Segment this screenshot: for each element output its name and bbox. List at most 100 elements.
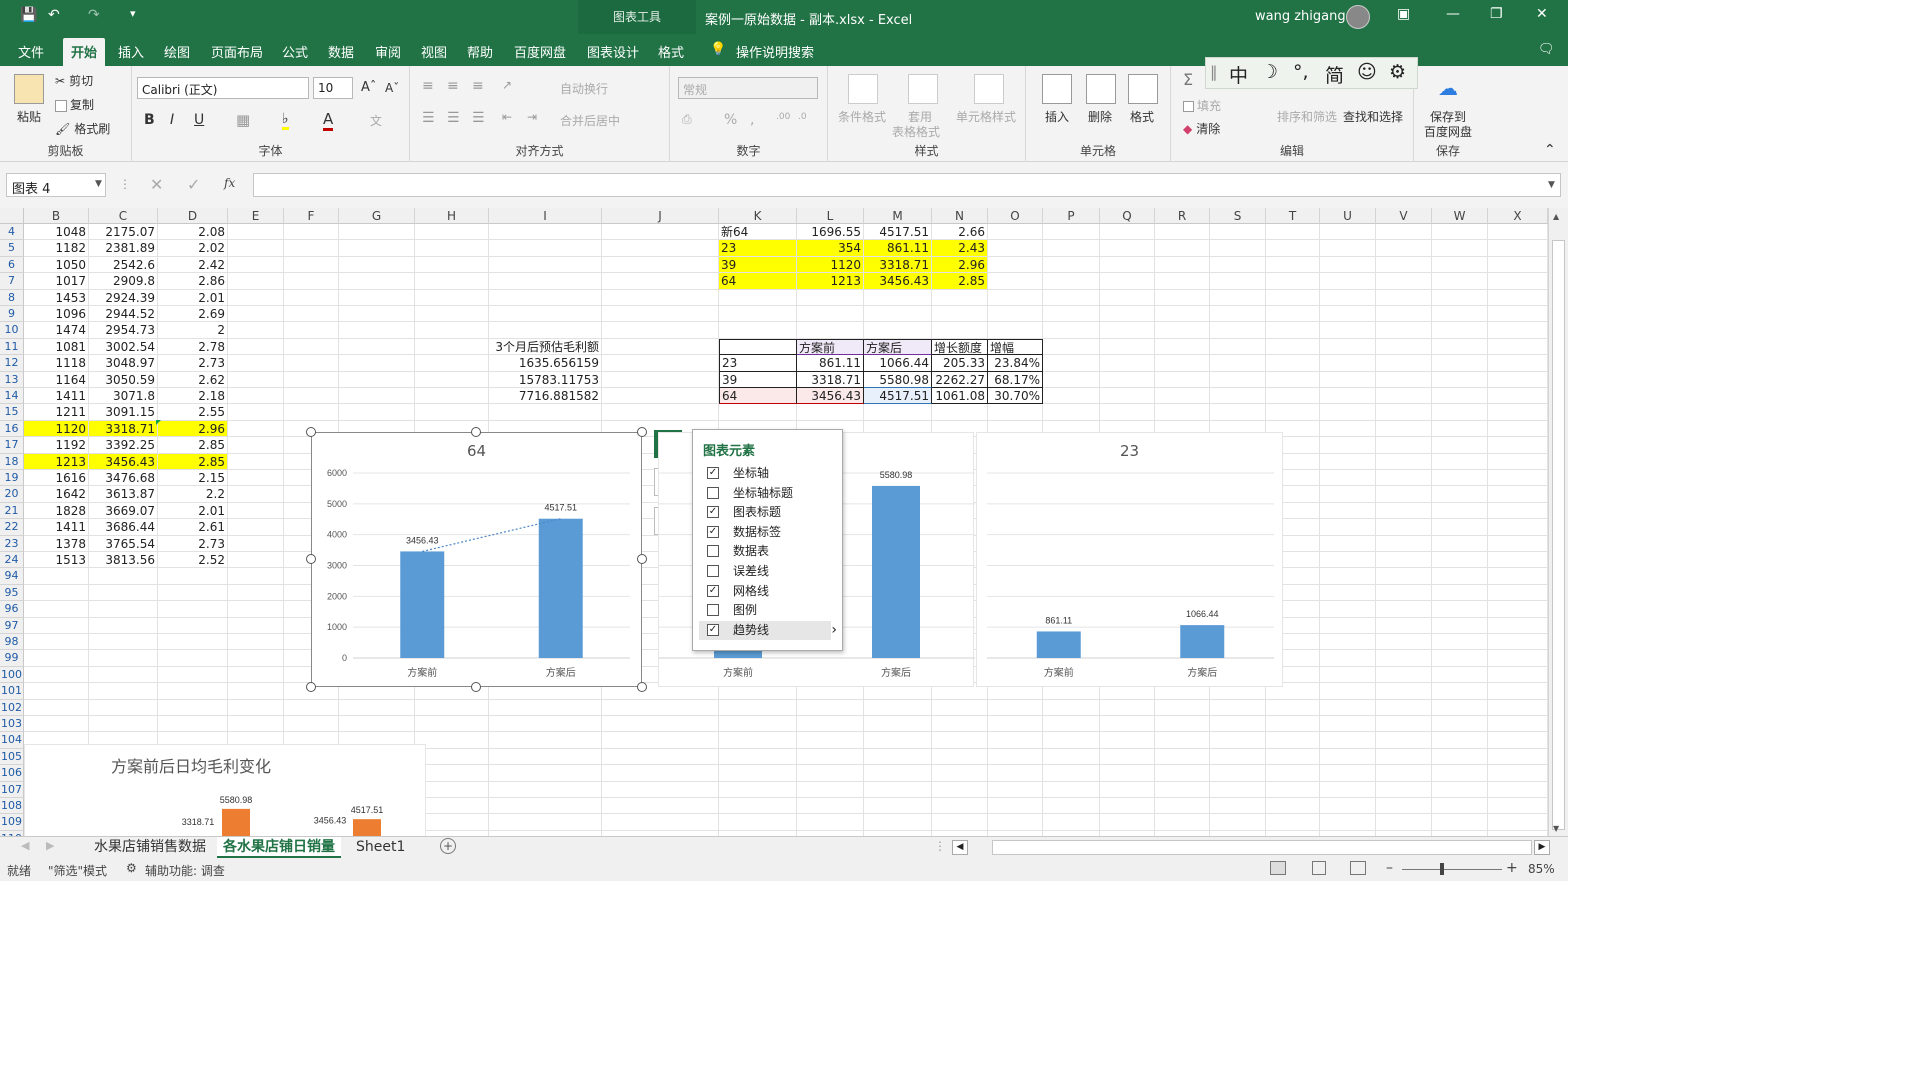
sheet-splitter-icon[interactable]: ⋮ — [934, 839, 946, 853]
checkbox-icon[interactable]: ✓ — [707, 525, 719, 538]
autosum-icon[interactable]: Σ — [1183, 70, 1193, 89]
namebox-dropdown-icon[interactable]: ▼ — [95, 179, 102, 189]
cell-B16[interactable]: 1120 — [24, 420, 89, 438]
cell-C22[interactable]: 3686.44 — [89, 519, 158, 536]
cell-M11[interactable]: 方案后 — [864, 338, 932, 356]
cell-B19[interactable]: 1616 — [24, 470, 89, 487]
font-name-select[interactable]: Calibri (正文) — [137, 77, 309, 99]
currency-icon[interactable]: ⎙ — [682, 112, 692, 127]
cut-button[interactable]: ✂ 剪切 — [55, 72, 93, 89]
bold-button[interactable]: B — [144, 112, 155, 128]
cell-K11[interactable] — [719, 338, 797, 356]
zoom-in-icon[interactable]: + — [1506, 860, 1518, 876]
chart-element-option[interactable]: 误差线 — [699, 562, 831, 581]
close-icon[interactable]: ✕ — [1536, 6, 1548, 22]
align-bottom-icon[interactable]: ≡ — [472, 78, 484, 94]
row-header[interactable]: 24 — [0, 552, 24, 569]
align-middle-icon[interactable]: ≡ — [447, 78, 459, 94]
cell-C21[interactable]: 3669.07 — [89, 502, 158, 520]
col-header-R[interactable]: R — [1155, 208, 1210, 224]
row-header[interactable]: 95 — [0, 584, 24, 602]
clear-button[interactable]: ◆ 清除 — [1183, 120, 1220, 137]
row-header[interactable]: 9 — [0, 306, 24, 323]
enter-icon[interactable]: ✓ — [187, 175, 200, 194]
merge-center-button[interactable]: 合并后居中 — [560, 112, 620, 129]
align-center-icon[interactable]: ☰ — [447, 110, 460, 126]
row-header[interactable]: 94 — [0, 568, 24, 585]
chart-daily-margin[interactable]: 方案前后日均毛利变化 3318.71 5580.98 3456.43 4517.51 — [24, 744, 426, 836]
tab-view[interactable]: 视图 — [421, 42, 447, 61]
sheet-prev-icon[interactable]: ◀ — [21, 839, 29, 852]
row-header[interactable]: 104 — [0, 732, 24, 749]
cell-C5[interactable]: 2381.89 — [89, 240, 158, 257]
decrease-indent-icon[interactable]: ⇤ — [502, 110, 512, 124]
cell-O11[interactable]: 增幅 — [988, 338, 1043, 356]
delete-cells-button[interactable]: 删除 — [1088, 108, 1112, 125]
cell-I12[interactable]: 1635.656159 — [489, 355, 602, 372]
cell-styles-button[interactable]: 单元格样式 — [956, 108, 1016, 125]
cell-B24[interactable]: 1513 — [24, 552, 89, 569]
cell-B9[interactable]: 1096 — [24, 306, 89, 323]
cell-C9[interactable]: 2944.52 — [89, 306, 158, 323]
format-cells-icon[interactable] — [1128, 74, 1158, 104]
cell-L5[interactable]: 354 — [797, 240, 864, 257]
undo-icon[interactable]: ↶ — [48, 7, 60, 23]
col-header-U[interactable]: U — [1320, 208, 1376, 224]
page-layout-icon[interactable] — [1312, 861, 1326, 875]
orientation-icon[interactable]: ↗ — [502, 78, 512, 92]
ime-halfwidth-icon[interactable]: ☽ — [1261, 61, 1278, 83]
fill-color-icon[interactable]: ♭ — [282, 111, 289, 130]
cell-B5[interactable]: 1182 — [24, 240, 89, 257]
col-header-Q[interactable]: Q — [1100, 208, 1155, 224]
tell-me-search[interactable]: 操作说明搜索 — [736, 42, 814, 61]
resize-handle-bc[interactable] — [471, 682, 481, 692]
cell-B6[interactable]: 1050 — [24, 256, 89, 274]
redo-icon[interactable]: ↷ — [88, 7, 100, 23]
insert-cells-icon[interactable] — [1042, 74, 1072, 104]
cell-D21[interactable]: 2.01 — [158, 502, 228, 520]
col-header-T[interactable]: T — [1266, 208, 1320, 224]
add-sheet-icon[interactable]: + — [440, 838, 456, 854]
scroll-down-icon[interactable]: ▼ — [1553, 824, 1559, 833]
select-all-corner[interactable] — [0, 208, 24, 224]
cell-C8[interactable]: 2924.39 — [89, 289, 158, 306]
horizontal-scroll-thumb[interactable] — [992, 840, 1532, 855]
resize-handle-tc[interactable] — [471, 427, 481, 437]
checkbox-icon[interactable] — [707, 486, 719, 499]
cell-D24[interactable]: 2.52 — [158, 552, 228, 569]
row-header[interactable]: 106 — [0, 765, 24, 782]
cell-L7[interactable]: 1213 — [797, 273, 864, 290]
tab-formulas[interactable]: 公式 — [282, 42, 308, 61]
col-header-M[interactable]: M — [864, 208, 932, 224]
conditional-format-icon[interactable] — [848, 74, 878, 104]
col-header-P[interactable]: P — [1043, 208, 1100, 224]
underline-button[interactable]: U — [194, 112, 204, 128]
cell-C19[interactable]: 3476.68 — [89, 470, 158, 487]
row-header[interactable]: 6 — [0, 256, 24, 274]
cell-O12[interactable]: 23.84% — [988, 355, 1043, 372]
col-header-K[interactable]: K — [719, 208, 797, 224]
chart-element-option[interactable]: ✓ 图表标题 — [699, 503, 831, 522]
cell-C12[interactable]: 3048.97 — [89, 355, 158, 372]
resize-handle-ml[interactable] — [306, 554, 316, 564]
col-header-E[interactable]: E — [228, 208, 284, 224]
ime-punct-icon[interactable]: °, — [1293, 61, 1309, 83]
chart-element-option[interactable]: ✓ 数据标签 — [699, 523, 831, 542]
cell-B20[interactable]: 1642 — [24, 486, 89, 503]
hscroll-left-icon[interactable]: ◀ — [952, 840, 968, 855]
phonetic-icon[interactable]: 文 — [370, 112, 382, 129]
cell-D16[interactable]: 2.96 — [158, 420, 228, 438]
col-header-D[interactable]: D — [158, 208, 228, 224]
cell-B11[interactable]: 1081 — [24, 338, 89, 356]
cell-K14[interactable]: 64 — [719, 388, 797, 405]
row-header[interactable]: 97 — [0, 617, 24, 634]
cell-B15[interactable]: 1211 — [24, 404, 89, 421]
ime-toolbar[interactable]: ‖ 中 ☽ °, 简 ☺ ⚙ — [1205, 57, 1418, 89]
row-header[interactable]: 22 — [0, 519, 24, 536]
cell-B12[interactable]: 1118 — [24, 355, 89, 372]
sheet-tab-sheet1[interactable]: Sheet1 — [350, 837, 411, 858]
decrease-decimal-icon[interactable]: .0 — [798, 112, 807, 122]
row-header[interactable]: 107 — [0, 781, 24, 798]
percent-icon[interactable]: % — [724, 112, 737, 128]
tab-file[interactable]: 文件 — [18, 42, 44, 61]
